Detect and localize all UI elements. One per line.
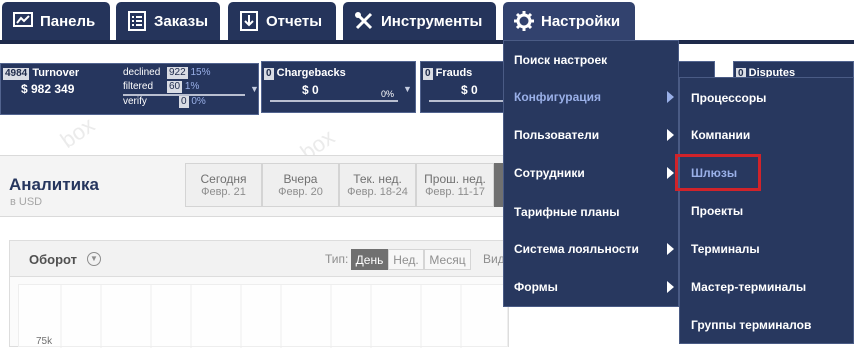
frauds-label: Frauds	[435, 67, 473, 79]
period-name: Прош. нед.	[424, 172, 486, 186]
tab-reports[interactable]: Отчеты	[228, 2, 336, 40]
type-label: Тип:	[325, 252, 349, 266]
turnover-dropdown-icon[interactable]: ▼	[250, 84, 259, 94]
download-icon	[238, 11, 260, 31]
turnover-count: 4984	[3, 68, 30, 80]
chevron-right-icon	[667, 129, 674, 141]
currency-label: в USD	[10, 196, 43, 208]
submenu-item-terminals[interactable]: Терминалы	[691, 242, 760, 256]
period-name: Сегодня	[200, 172, 247, 186]
period-name: Тек. нед.	[353, 172, 402, 186]
menu-item-users[interactable]: Пользователи	[514, 128, 599, 142]
chevron-right-icon	[667, 91, 674, 103]
chargebacks-pct: 0%	[381, 89, 395, 99]
tools-icon	[353, 11, 375, 31]
turnover-title: Оборот	[29, 252, 78, 267]
tab-settings[interactable]: Настройки	[503, 2, 635, 40]
chargebacks-label: Chargebacks	[276, 67, 346, 79]
chevron-right-icon	[667, 281, 674, 293]
tab-panel[interactable]: Панель	[2, 2, 110, 40]
period-yesterday[interactable]: Вчера Февр. 20	[262, 163, 339, 207]
tab-label: Инструменты	[381, 12, 483, 30]
tab-label: Заказы	[154, 12, 209, 30]
menu-item-tariff-plans[interactable]: Тарифные планы	[514, 205, 619, 219]
verify-label: verify	[123, 96, 147, 107]
gear-icon	[513, 11, 535, 31]
filtered-pct: 1%	[184, 81, 200, 92]
submenu-item-gateways[interactable]: Шлюзы	[691, 166, 737, 180]
stat-chargebacks[interactable]: 0 Chargebacks $ 0 0% ▼	[261, 61, 416, 113]
filtered-label: filtered	[123, 81, 154, 92]
period-today[interactable]: Сегодня Февр. 21	[185, 163, 262, 207]
verify-count: 0	[179, 96, 189, 108]
menu-item-configuration[interactable]: Конфигурация	[514, 90, 601, 104]
period-date: Февр. 18-24	[347, 186, 408, 198]
page-title: Аналитика	[9, 175, 99, 194]
turnover-label: Turnover	[32, 67, 80, 79]
chargebacks-progress	[270, 100, 398, 102]
frauds-value: $ 0	[461, 83, 478, 97]
chart-icon	[12, 11, 34, 31]
declined-pct: 15%	[190, 67, 211, 78]
type-day-button[interactable]: День	[351, 249, 388, 270]
chargebacks-value: $ 0	[302, 83, 319, 97]
period-name: Вчера	[283, 172, 318, 186]
verify-pct: 0%	[191, 96, 206, 107]
menu-item-forms[interactable]: Формы	[514, 280, 558, 294]
declined-label: declined	[123, 67, 161, 78]
menu-item-loyalty-system[interactable]: Система лояльности	[514, 242, 639, 256]
type-week-button[interactable]: Нед.	[388, 249, 424, 270]
period-date: Февр. 20	[278, 186, 323, 198]
stat-turnover[interactable]: 4984 Turnover $ 982 349 declined 922 15%…	[0, 63, 259, 115]
chevron-right-icon	[667, 243, 674, 255]
chevron-down-icon[interactable]: ▼	[87, 252, 101, 266]
chargebacks-dropdown-icon[interactable]: ▼	[403, 84, 412, 94]
submenu-item-terminal-groups[interactable]: Группы терминалов	[691, 318, 811, 332]
period-last-week[interactable]: Прош. нед. Февр. 11-17	[416, 163, 494, 207]
chargebacks-count: 0	[264, 68, 274, 80]
submenu-item-companies[interactable]: Компании	[691, 128, 750, 142]
tab-label: Панель	[40, 12, 96, 30]
chart-gridlines	[60, 285, 462, 348]
declined-count: 922	[167, 67, 188, 79]
period-date: Февр. 21	[201, 186, 246, 198]
filtered-count: 60	[167, 81, 183, 93]
menu-item-search-settings[interactable]: Поиск настроек	[514, 53, 607, 67]
period-date: Февр. 11-17	[425, 186, 485, 198]
submenu-item-projects[interactable]: Проекты	[691, 204, 743, 218]
chevron-right-icon	[667, 167, 674, 179]
tab-tools[interactable]: Инструменты	[343, 2, 496, 40]
tab-orders[interactable]: Заказы	[116, 2, 220, 40]
submenu-item-master-terminals[interactable]: Мастер-терминалы	[691, 280, 806, 294]
turnover-breakdown: declined 922 15% filtered 60 1% verify 0…	[123, 67, 248, 109]
list-icon	[126, 11, 148, 31]
tab-label: Настройки	[541, 12, 621, 30]
chart-area	[18, 284, 508, 348]
y-tick-label: 75k	[36, 336, 53, 347]
view-label: Вид	[483, 252, 505, 266]
type-month-button[interactable]: Месяц	[424, 249, 471, 270]
menu-item-staff[interactable]: Сотрудники	[514, 166, 585, 180]
period-current-week[interactable]: Тек. нед. Февр. 18-24	[339, 163, 416, 207]
frauds-count: 0	[423, 68, 433, 80]
turnover-value: $ 982 349	[21, 82, 75, 96]
submenu-item-processors[interactable]: Процессоры	[691, 91, 766, 105]
watermark: box	[55, 112, 100, 154]
tab-label: Отчеты	[266, 12, 323, 30]
